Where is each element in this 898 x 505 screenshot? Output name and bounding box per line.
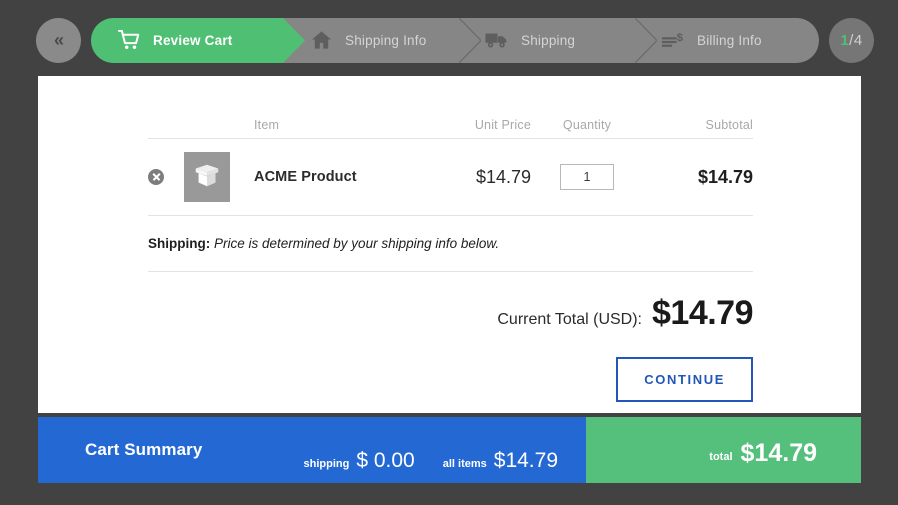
current-total-row: Current Total (USD): $14.79 [148, 272, 753, 333]
table-row: ACME Product $14.79 $14.79 [148, 139, 753, 216]
header-subtotal: Subtotal [705, 118, 753, 132]
step-list: Review Cart Shipping Info Shipping $ Bil… [91, 17, 819, 63]
continue-button[interactable]: CONTINUE [616, 357, 753, 402]
shopping-cart-icon [117, 28, 141, 52]
step-counter-total: 4 [853, 31, 863, 49]
remove-circle-icon[interactable] [148, 169, 164, 185]
step-shipping-info[interactable]: Shipping Info [283, 17, 481, 63]
shipping-note-text: Price is determined by your shipping inf… [214, 236, 500, 251]
cart-total-inner: total $14.79 [709, 417, 861, 468]
step-arrow-1 [283, 17, 305, 63]
invoice-dollar-icon: $ [661, 28, 685, 52]
remove-cell [148, 169, 184, 185]
cart-summary-footer: Cart Summary shipping $ 0.00 all items $… [38, 417, 861, 483]
cart-total-panel: total $14.79 [586, 417, 861, 483]
summary-figures: shipping $ 0.00 all items $14.79 [304, 427, 586, 473]
product-name: ACME Product [254, 169, 357, 185]
back-button[interactable]: « [36, 17, 81, 63]
cart-summary-panel: Cart Summary shipping $ 0.00 all items $… [38, 417, 586, 483]
unit-price-cell: $14.79 [413, 167, 531, 188]
shipping-note-label: Shipping: [148, 236, 211, 251]
header-item: Item [254, 118, 280, 132]
step-label: Shipping Info [345, 32, 427, 48]
summary-all-items-value: $14.79 [493, 449, 558, 472]
summary-total-label: total [709, 451, 733, 463]
current-total-label: Current Total (USD): [497, 311, 642, 328]
product-thumbnail[interactable] [184, 152, 230, 202]
delivery-truck-icon [485, 28, 509, 52]
summary-shipping-value: $ 0.00 [356, 449, 415, 472]
step-label: Review Cart [153, 32, 233, 48]
svg-text:$: $ [677, 32, 683, 44]
step-counter-current: 1 [840, 31, 850, 49]
checkout-card: Item Unit Price Quantity Subtotal ACME P… [38, 76, 861, 413]
summary-total-value: $14.79 [740, 439, 817, 467]
double-chevron-left-icon: « [53, 30, 64, 50]
header-quantity: Quantity [562, 118, 612, 132]
unit-price-value: $14.79 [475, 166, 531, 187]
subtotal-cell: $14.79 [643, 167, 753, 188]
step-arrow-3 [635, 17, 657, 63]
step-review-cart[interactable]: Review Cart [91, 17, 305, 63]
step-label: Billing Info [697, 32, 762, 48]
cart-table: Item Unit Price Quantity Subtotal ACME P… [148, 104, 754, 402]
checkout-progress-bar: « Review Cart Shipping Info Shipping $ B… [36, 14, 874, 66]
step-arrow-2 [459, 17, 481, 63]
shipping-note: Shipping: Price is determined by your sh… [148, 216, 753, 272]
home-icon [309, 28, 333, 52]
quantity-cell [531, 164, 643, 190]
step-counter: 1 / 4 [829, 17, 874, 63]
header-unit-price: Unit Price [474, 118, 531, 132]
step-billing-info[interactable]: $ Billing Info [635, 17, 819, 63]
summary-all-items-label: all items [442, 458, 487, 470]
step-shipping[interactable]: Shipping [459, 17, 657, 63]
current-total-value: $14.79 [652, 294, 754, 332]
cart-summary-title: Cart Summary [85, 440, 203, 459]
subtotal-value: $14.79 [697, 166, 753, 187]
thumbnail-cell [184, 152, 254, 202]
item-name-cell: ACME Product [254, 168, 413, 186]
step-label: Shipping [521, 32, 576, 48]
summary-all-items: all items $14.79 [443, 449, 558, 473]
cart-table-header: Item Unit Price Quantity Subtotal [148, 104, 753, 139]
quantity-input[interactable] [560, 164, 614, 190]
continue-button-row: CONTINUE [148, 333, 753, 402]
summary-shipping-label: shipping [303, 458, 350, 470]
summary-shipping: shipping $ 0.00 [304, 449, 415, 473]
open-box-icon [192, 160, 222, 195]
